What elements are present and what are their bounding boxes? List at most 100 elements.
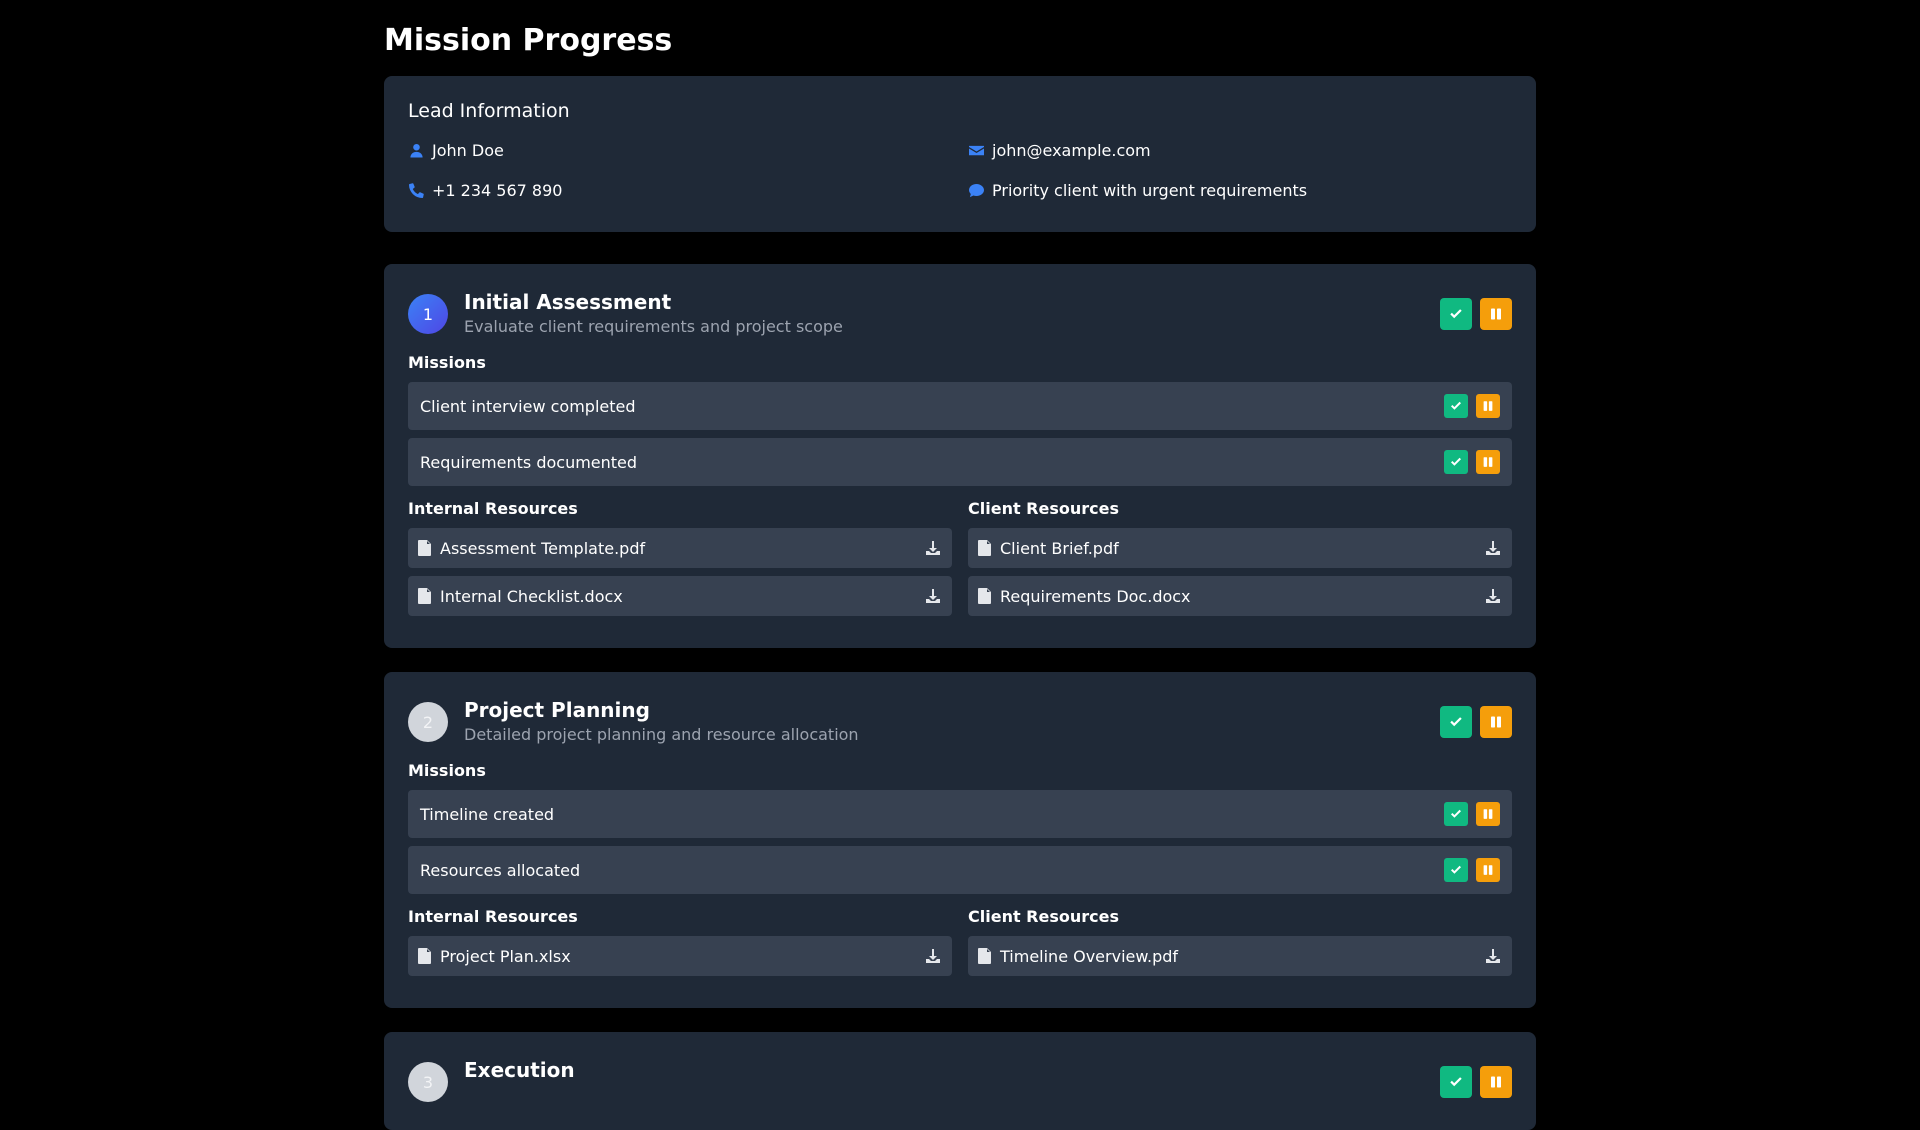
client-resources: Client Resources Client Brief.pdf Requir… xyxy=(968,498,1512,624)
resource-item[interactable]: Project Plan.xlsx xyxy=(408,936,952,976)
check-icon xyxy=(1448,306,1464,322)
mission-actions xyxy=(1444,450,1500,474)
stage-title: Initial Assessment xyxy=(464,290,672,314)
stage-header: 2 Project Planning Detailed project plan… xyxy=(408,696,1512,746)
stage-complete-button[interactable] xyxy=(1440,298,1472,330)
resource-item[interactable]: Requirements Doc.docx xyxy=(968,576,1512,616)
stage-pause-button[interactable] xyxy=(1480,298,1512,330)
check-icon xyxy=(1449,399,1463,413)
resource-filename: Timeline Overview.pdf xyxy=(1000,946,1179,966)
mission-complete-button[interactable] xyxy=(1444,450,1468,474)
check-icon xyxy=(1449,863,1463,877)
lead-email-text: john@example.com xyxy=(992,140,1151,160)
resource-item[interactable]: Internal Checklist.docx xyxy=(408,576,952,616)
stage-subtitle: Evaluate client requirements and project… xyxy=(464,317,843,336)
download-icon[interactable] xyxy=(1484,539,1502,557)
mission-pause-button[interactable] xyxy=(1476,450,1500,474)
page-title: Mission Progress xyxy=(384,23,673,58)
comment-icon xyxy=(968,182,984,198)
mission-actions xyxy=(1444,858,1500,882)
check-icon xyxy=(1448,1074,1464,1090)
envelope-icon xyxy=(968,142,984,158)
resource-filename: Internal Checklist.docx xyxy=(440,586,623,606)
stage-number: 2 xyxy=(408,702,448,742)
check-icon xyxy=(1449,807,1463,821)
stage-heading: Project Planning Detailed project planni… xyxy=(464,696,1440,746)
lead-information-title: Lead Information xyxy=(408,100,570,122)
file-icon xyxy=(978,948,992,964)
download-icon[interactable] xyxy=(924,539,942,557)
client-resources: Client Resources Timeline Overview.pdf xyxy=(968,906,1512,984)
missions-list: Client interview completed Requirements … xyxy=(408,382,1512,486)
mission-complete-button[interactable] xyxy=(1444,394,1468,418)
mission-actions xyxy=(1444,802,1500,826)
stage-card-execution: 3 Execution xyxy=(384,1032,1536,1130)
client-resources-list: Timeline Overview.pdf xyxy=(968,936,1512,976)
stage-complete-button[interactable] xyxy=(1440,1066,1472,1098)
lead-information-card: Lead Information John Doe john@example.c… xyxy=(384,76,1536,232)
stage-heading: Initial Assessment Evaluate client requi… xyxy=(464,288,1440,338)
resource-filename: Client Brief.pdf xyxy=(1000,538,1119,558)
mission-label: Requirements documented xyxy=(420,452,638,472)
lead-note-text: Priority client with urgent requirements xyxy=(992,180,1308,200)
client-resources-list: Client Brief.pdf Requirements Doc.docx xyxy=(968,528,1512,616)
stage-pause-button[interactable] xyxy=(1480,706,1512,738)
mission-complete-button[interactable] xyxy=(1444,802,1468,826)
lead-email: john@example.com xyxy=(968,138,1512,162)
stage-card-initial-assessment: 1 Initial Assessment Evaluate client req… xyxy=(384,264,1536,648)
internal-resources-list: Assessment Template.pdf Internal Checkli… xyxy=(408,528,952,616)
download-icon[interactable] xyxy=(1484,587,1502,605)
stage-pause-button[interactable] xyxy=(1480,1066,1512,1098)
resources-grid: Internal Resources Project Plan.xlsx Cli… xyxy=(408,906,1512,984)
resource-item[interactable]: Timeline Overview.pdf xyxy=(968,936,1512,976)
stage-number: 1 xyxy=(408,294,448,334)
internal-resources: Internal Resources Assessment Template.p… xyxy=(408,498,952,624)
mission-pause-button[interactable] xyxy=(1476,802,1500,826)
lead-name: John Doe xyxy=(408,138,968,162)
file-icon xyxy=(418,540,432,556)
download-icon[interactable] xyxy=(924,587,942,605)
internal-resources: Internal Resources Project Plan.xlsx xyxy=(408,906,952,984)
internal-resources-label: Internal Resources xyxy=(408,499,578,518)
mission-actions xyxy=(1444,394,1500,418)
pause-icon xyxy=(1488,714,1504,730)
stage-header: 1 Initial Assessment Evaluate client req… xyxy=(408,288,1512,338)
lead-note: Priority client with urgent requirements xyxy=(968,178,1512,202)
mission-complete-button[interactable] xyxy=(1444,858,1468,882)
mission-label: Resources allocated xyxy=(420,860,581,880)
stage-title: Project Planning xyxy=(464,698,650,722)
pause-icon xyxy=(1481,455,1495,469)
resource-filename: Assessment Template.pdf xyxy=(440,538,646,558)
client-resources-label: Client Resources xyxy=(968,907,1119,926)
stage-card-project-planning: 2 Project Planning Detailed project plan… xyxy=(384,672,1536,1008)
mission-row: Timeline created xyxy=(408,790,1512,838)
file-icon xyxy=(978,540,992,556)
missions-label: Missions xyxy=(408,353,486,372)
resource-item[interactable]: Client Brief.pdf xyxy=(968,528,1512,568)
download-icon[interactable] xyxy=(924,947,942,965)
resource-item[interactable]: Assessment Template.pdf xyxy=(408,528,952,568)
pause-icon xyxy=(1488,1074,1504,1090)
stage-complete-button[interactable] xyxy=(1440,706,1472,738)
user-icon xyxy=(408,142,424,158)
missions-label: Missions xyxy=(408,761,486,780)
mission-row: Resources allocated xyxy=(408,846,1512,894)
internal-resources-label: Internal Resources xyxy=(408,907,578,926)
mission-pause-button[interactable] xyxy=(1476,394,1500,418)
lead-phone: +1 234 567 890 xyxy=(408,178,968,202)
check-icon xyxy=(1448,714,1464,730)
missions-list: Timeline created Resources allocated xyxy=(408,790,1512,894)
mission-pause-button[interactable] xyxy=(1476,858,1500,882)
mission-label: Client interview completed xyxy=(420,396,636,416)
file-icon xyxy=(978,588,992,604)
mission-row: Requirements documented xyxy=(408,438,1512,486)
stage-actions xyxy=(1440,1066,1512,1098)
pause-icon xyxy=(1481,807,1495,821)
resource-filename: Project Plan.xlsx xyxy=(440,946,571,966)
stage-number: 3 xyxy=(408,1062,448,1102)
download-icon[interactable] xyxy=(1484,947,1502,965)
check-icon xyxy=(1449,455,1463,469)
mission-row: Client interview completed xyxy=(408,382,1512,430)
file-icon xyxy=(418,588,432,604)
resources-grid: Internal Resources Assessment Template.p… xyxy=(408,498,1512,624)
